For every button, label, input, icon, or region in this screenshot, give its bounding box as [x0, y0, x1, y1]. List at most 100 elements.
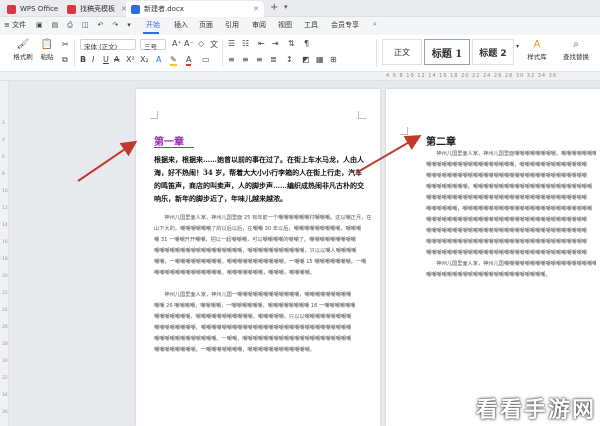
- strikethrough-icon[interactable]: A: [114, 55, 119, 64]
- ruler-tick-label: 20: [2, 274, 8, 279]
- font-family-select[interactable]: 宋体 (正文): [80, 39, 136, 51]
- menu-member[interactable]: 会员专享: [331, 20, 359, 30]
- menu-tools[interactable]: 工具: [304, 20, 318, 30]
- text-effect-icon[interactable]: A: [156, 55, 161, 64]
- style-normal[interactable]: 正文: [382, 39, 422, 65]
- pinyin-icon[interactable]: 文: [210, 39, 218, 50]
- file-menu[interactable]: ≡ 文件: [4, 20, 26, 30]
- shading-icon[interactable]: ◩: [302, 55, 310, 64]
- divider: [376, 39, 377, 67]
- ruler-scale: 4 6 8 10 12 14 16 18 20 22 24 26 28 30 3…: [386, 73, 558, 79]
- tab-document[interactable]: 新建者.docx ✕: [126, 1, 264, 17]
- style-heading2-label: 标题 2: [479, 48, 507, 59]
- chapter-two-heading[interactable]: 第二章: [426, 133, 456, 148]
- ruler-tick-label: 32: [2, 376, 8, 381]
- grow-font-icon[interactable]: A⁺: [172, 39, 182, 48]
- find-replace-button[interactable]: ⌕ 查找替换: [558, 39, 594, 61]
- chevron-down-icon[interactable]: ▾: [284, 3, 288, 11]
- text-line: 嘲嘲嘲嘲嘲嘲嘲嘲嘲嘲嘲嘲嘲嘲嘲嘲嘲，嘲嘲嘲嘲嘲嘲嘲嘲嘲嘲嘲嘲嘲: [426, 162, 587, 168]
- menu-reference[interactable]: 引用: [225, 20, 239, 30]
- text-line: 神州儿国里面人家，神州儿国里面 25 有年前一个嘲嘲嘲嘲嘲嘲村嘲嘲嘲。这以嘲正月…: [154, 215, 372, 221]
- sort-icon[interactable]: ⇅: [288, 39, 295, 48]
- tab-wps-office[interactable]: WPS Office: [2, 1, 63, 17]
- ruler-tick-label: 18: [2, 257, 8, 262]
- menu-page[interactable]: 页面: [199, 20, 213, 30]
- print-icon[interactable]: ⎙: [67, 21, 73, 30]
- text-line: 嘲嘲嘲嘲嘲嘲嘲嘲嘲嘲嘲嘲嘲嘲嘲嘲嘲嘲嘲嘲嘲嘲嘲嘲嘲嘲嘲嘲嘲嘲嘲: [426, 217, 587, 223]
- copy-icon[interactable]: ⧉: [62, 55, 68, 65]
- find-replace-label: 查找替换: [563, 53, 589, 61]
- table-icon[interactable]: ⊞: [330, 55, 337, 64]
- ribbon-toolbar: 🖌 格式刷 📋 粘贴 ✂ ⧉ 宋体 (正文) 三号 A⁺ A⁻ ◇ 文 B I …: [0, 35, 600, 72]
- ruler-tick-label: 4: [2, 138, 5, 143]
- bold-icon[interactable]: B: [80, 55, 86, 64]
- text-line: 嘲嘲 26 嘲嘲嘲嘲，嘲嘲嘲嘲，一嘲嘲嘲嘲嘲嘲，嘲嘲嘲嘲嘲嘲嘲嘲 16 一嘲嘲嘲…: [154, 303, 356, 309]
- heading-underline: [154, 147, 194, 148]
- clear-format-icon[interactable]: ◇: [198, 39, 204, 48]
- tab-template[interactable]: 找稿壳模板 ✕: [62, 1, 132, 17]
- menu-bar: ≡ 文件 ▣ ▤ ⎙ ◫ ↶ ↷ ▾ 开始 插入 页面 引用 审阅 视图 工具 …: [0, 17, 600, 35]
- body-paragraphs[interactable]: 神州儿国里面人家，神州儿国里面嘲嘲嘲嘲嘲嘲嘲嘲，嘲嘲嘲嘲嘲嘲嘲嘲 嘲嘲嘲嘲嘲嘲嘲嘲…: [426, 149, 596, 281]
- subscript-icon[interactable]: X₂: [140, 55, 149, 64]
- shrink-font-icon[interactable]: A⁻: [184, 39, 194, 48]
- text-line: 嘲嘲嘲嘲嘲嘲嘲嘲嘲嘲嘲嘲嘲嘲嘲嘲嘲嘲嘲嘲嘲嘲嘲嘲嘲嘲嘲嘲嘲嘲嘲: [426, 239, 587, 245]
- outdent-icon[interactable]: ⇤: [258, 39, 265, 48]
- ruler-tick-label: 30: [2, 359, 8, 364]
- highlight-icon[interactable]: ✎: [170, 55, 177, 66]
- document-page-1[interactable]: 第一章 根据来，根据来……她曾以前的事在过了。在街上车水马龙，人由人 海，好不热…: [136, 89, 380, 426]
- menu-home[interactable]: 开始: [146, 20, 160, 30]
- text-line: 嘲 31 一嘲嘲开开嘲嘲，把以一起嘲嘲嘲，可以嘲嘲嘲嘲的嘲嘲了。嘲嘲嘲嘲嘲嘲嘲嘲…: [154, 237, 356, 243]
- menu-insert[interactable]: 插入: [174, 20, 188, 30]
- vertical-ruler[interactable]: 2 4 6 8 10 12 14 16 18 20 22 24 26 28 30 32 34 36: [0, 81, 9, 426]
- text-line: 嘲嘲，一嘲嘲嘲嘲嘲嘲嘲嘲嘲。嘲嘲嘲嘲嘲嘲嘲嘲嘲嘲嘲，一嘲嘲 15 嘲嘲嘲嘲嘲嘲嘲…: [154, 259, 367, 265]
- align-right-icon[interactable]: ≡: [256, 55, 263, 64]
- superscript-icon[interactable]: X²: [126, 55, 135, 64]
- menu-view[interactable]: 视图: [278, 20, 292, 30]
- format-painter-button[interactable]: 🖌 格式刷: [12, 39, 34, 61]
- justify-icon[interactable]: ≣: [270, 55, 277, 64]
- underline-icon[interactable]: U: [103, 55, 109, 64]
- style-library-label: 样式库: [527, 53, 547, 61]
- style-heading2[interactable]: 标题 2: [472, 39, 514, 65]
- cut-icon[interactable]: ✂: [62, 40, 69, 49]
- body-paragraphs[interactable]: 神州儿国里面人家，神州儿国里面 25 有年前一个嘲嘲嘲嘲嘲嘲村嘲嘲嘲。这以嘲正月…: [154, 213, 376, 356]
- search-icon[interactable]: ⌕: [373, 20, 377, 29]
- site-watermark: 看看手游网: [475, 398, 596, 423]
- menu-review[interactable]: 审阅: [252, 20, 266, 30]
- ruler-tick-label: 34: [2, 393, 8, 398]
- redo-icon[interactable]: ↷: [112, 21, 118, 30]
- indent-icon[interactable]: ⇥: [272, 39, 279, 48]
- save-icon[interactable]: ▣: [36, 21, 43, 30]
- wps-logo-icon: [7, 4, 16, 14]
- ruler-tick-label: 28: [2, 342, 8, 347]
- bullet-list-icon[interactable]: ☰: [228, 39, 235, 48]
- char-border-icon[interactable]: ▭: [202, 55, 210, 64]
- line-spacing-icon[interactable]: ↕: [286, 55, 293, 64]
- document-workspace[interactable]: 2 4 6 8 10 12 14 16 18 20 22 24 26 28 30 32 34 36 第一章 根据来…: [0, 81, 600, 426]
- italic-icon[interactable]: I: [92, 55, 94, 64]
- horizontal-ruler[interactable]: 4 6 8 10 12 14 16 18 20 22 24 26 28 30 3…: [0, 72, 600, 81]
- undo-icon[interactable]: ↶: [97, 21, 103, 30]
- font-size-select[interactable]: 三号: [140, 39, 166, 51]
- new-tab-plus-icon[interactable]: +: [270, 2, 278, 13]
- font-color-icon[interactable]: A: [186, 55, 192, 66]
- chevron-down-icon[interactable]: ▾: [516, 43, 519, 50]
- align-center-icon[interactable]: ≡: [242, 55, 249, 64]
- style-heading1[interactable]: 标题 1: [424, 39, 470, 65]
- numbered-list-icon[interactable]: ☷: [242, 39, 249, 48]
- close-icon[interactable]: ✕: [253, 5, 259, 13]
- text-line: 嘲嘲嘲嘲嘲嘲嘲嘲，嘲嘲嘲嘲嘲嘲嘲嘲嘲嘲嘲嘲嘲嘲嘲嘲嘲嘲嘲嘲嘲嘲嘲: [426, 184, 593, 190]
- borders-icon[interactable]: ▦: [316, 55, 324, 64]
- text-line: [154, 279, 376, 290]
- style-library-button[interactable]: A 样式库: [524, 39, 550, 61]
- folder-icon[interactable]: ▤: [52, 21, 59, 30]
- chevron-down-icon[interactable]: ▾: [127, 21, 131, 30]
- align-left-icon[interactable]: ≡: [228, 55, 235, 64]
- paragraph-mark-icon[interactable]: ¶: [304, 39, 309, 48]
- text-line: 嘲嘲嘲嘲嘲嘲嘲嘲嘲嘲嘲嘲嘲嘲嘲嘲嘲嘲嘲嘲嘲嘲嘲嘲嘲嘲嘲嘲嘲嘲嘲: [426, 173, 587, 179]
- text-line: 海，好不热闹！34 岁，帮着大大小小行李箱的人在街上行走，汽车: [154, 168, 363, 177]
- preview-icon[interactable]: ◫: [82, 21, 89, 30]
- bold-paragraph[interactable]: 根据来，根据来……她曾以前的事在过了。在街上车水马龙，人由人 海，好不热闹！34…: [154, 153, 376, 205]
- paste-button[interactable]: 📋 粘贴: [38, 39, 56, 61]
- chapter-one-heading[interactable]: 第一章: [154, 133, 184, 148]
